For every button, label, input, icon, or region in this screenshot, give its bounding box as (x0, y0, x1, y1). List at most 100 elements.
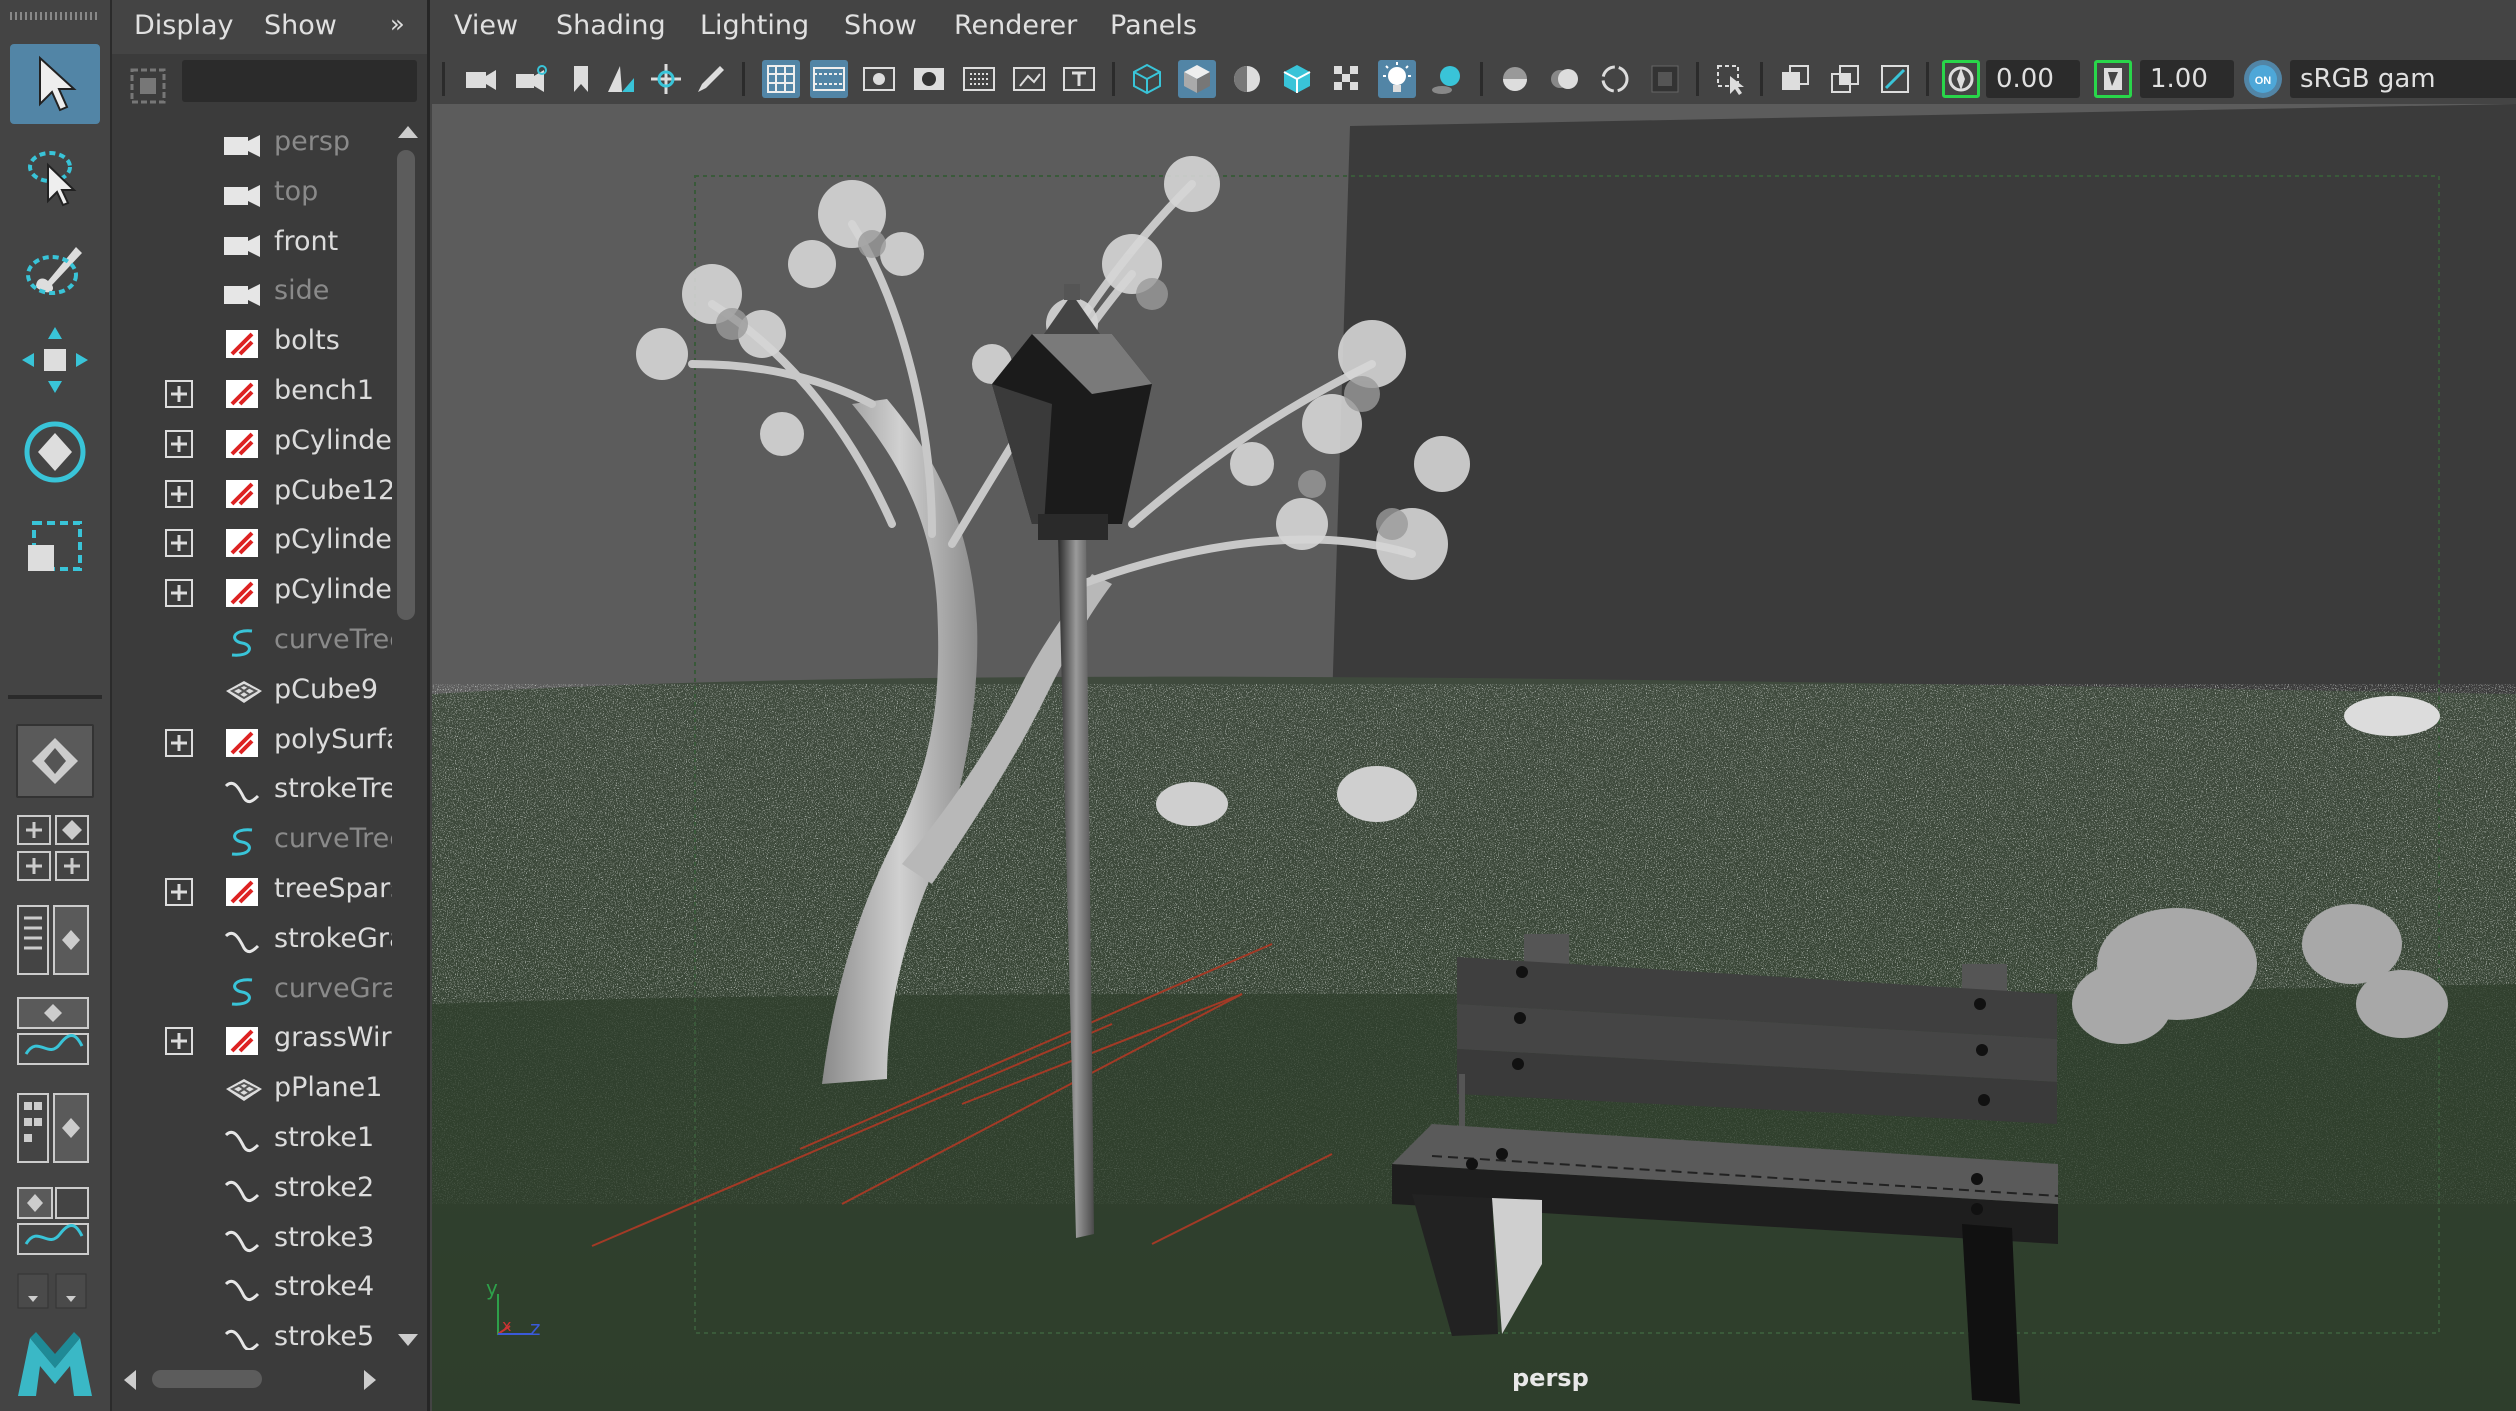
outliner-horizontal-scrollbar[interactable] (112, 1360, 424, 1400)
safe-title-button[interactable] (1060, 60, 1098, 98)
outliner-row[interactable]: curveTree (112, 618, 392, 668)
expand-plus-icon[interactable] (164, 728, 194, 758)
image-plane-button[interactable] (602, 60, 640, 98)
outliner-row[interactable]: pPlane1 (112, 1066, 392, 1116)
expand-plus-icon[interactable] (164, 578, 194, 608)
hypershade-layout-button[interactable] (16, 1090, 92, 1166)
wireframe-button[interactable] (1128, 60, 1166, 98)
scroll-right-icon[interactable] (362, 1368, 378, 1392)
outliner-row[interactable]: bolts (112, 319, 392, 369)
gate-mask-button[interactable] (910, 60, 948, 98)
menu-renderer[interactable]: Renderer (954, 10, 1077, 41)
bookmarks-button[interactable] (562, 60, 600, 98)
outliner-row[interactable]: stroke2 (112, 1166, 392, 1216)
menu-panels[interactable]: Panels (1110, 10, 1197, 41)
view-transform-dropdown[interactable]: sRGB gam (2290, 60, 2516, 98)
persp-graph-layout-button[interactable] (16, 994, 92, 1070)
lasso-tool-button[interactable] (10, 136, 100, 216)
outliner-row[interactable]: pCube12 (112, 469, 392, 519)
3d-viewport[interactable]: y x z persp (432, 104, 2516, 1411)
multi-view-layout-button[interactable] (16, 1184, 92, 1260)
select-camera-button[interactable] (462, 60, 500, 98)
menu-show[interactable]: Show (844, 10, 917, 41)
outliner-hscroll-thumb[interactable] (152, 1370, 262, 1388)
expand-plus-icon[interactable] (164, 379, 194, 409)
menu-view[interactable]: View (454, 10, 518, 41)
anti-aliasing-button[interactable] (1596, 60, 1634, 98)
outliner-persp-layout-button[interactable] (16, 902, 92, 978)
outliner-row[interactable]: pCylinde (112, 568, 392, 618)
use-all-lights-button[interactable] (1378, 60, 1416, 98)
outliner-row[interactable]: pCylinde (112, 419, 392, 469)
rotate-tool-button[interactable] (10, 412, 100, 492)
outliner-row[interactable]: side (112, 269, 392, 319)
expand-plus-icon[interactable] (164, 1026, 194, 1056)
outliner-scroll-thumb[interactable] (397, 150, 415, 620)
2d-pan-zoom-button[interactable] (647, 60, 685, 98)
screen-space-ao-button[interactable] (1496, 60, 1534, 98)
menu-show[interactable]: Show (264, 10, 337, 41)
outliner-row[interactable]: persp (112, 120, 392, 170)
single-perspective-layout-button[interactable] (16, 724, 94, 798)
menu-display[interactable]: Display (134, 10, 234, 41)
select-tool-button[interactable] (10, 44, 100, 124)
outliner-row[interactable]: strokeGra (112, 917, 392, 967)
smooth-shade-button[interactable] (1178, 60, 1216, 98)
default-material-button[interactable] (1228, 60, 1266, 98)
field-chart-button[interactable] (960, 60, 998, 98)
outliner-row[interactable]: stroke3 (112, 1216, 392, 1266)
filter-icon[interactable] (126, 64, 170, 108)
outliner-row[interactable]: pCylinde (112, 518, 392, 568)
gamma-field[interactable]: 1.00 (2140, 60, 2234, 98)
motion-blur-button[interactable] (1546, 60, 1584, 98)
expand-plus-icon[interactable] (164, 479, 194, 509)
outliner-vertical-scrollbar[interactable] (392, 120, 424, 1360)
gamma-toggle-button[interactable] (2094, 60, 2132, 98)
textured-button[interactable] (1328, 60, 1366, 98)
outliner-row[interactable]: pCube9 (112, 668, 392, 718)
four-view-layout-button[interactable] (16, 812, 92, 888)
exposure-toggle-button[interactable] (1942, 60, 1980, 98)
outliner-row[interactable]: grassWir (112, 1016, 392, 1066)
expand-plus-icon[interactable] (164, 429, 194, 459)
outliner-row[interactable]: strokeTre (112, 767, 392, 817)
xray-joints-button[interactable] (1826, 60, 1864, 98)
color-management-toggle-button[interactable]: ON (2244, 60, 2282, 98)
outliner-row[interactable]: stroke5 (112, 1315, 392, 1350)
safe-action-button[interactable] (1010, 60, 1048, 98)
xray-components-button[interactable] (1876, 60, 1914, 98)
grid-toggle-button[interactable] (762, 60, 800, 98)
scroll-up-icon[interactable] (396, 124, 420, 140)
outliner-row[interactable]: stroke1 (112, 1116, 392, 1166)
scale-tool-button[interactable] (10, 504, 100, 584)
wireframe-on-shaded-button[interactable] (1278, 60, 1316, 98)
outliner-row[interactable]: curveGra (112, 967, 392, 1017)
camera-attributes-button[interactable] (512, 60, 550, 98)
menu-shading[interactable]: Shading (556, 10, 666, 41)
film-gate-button[interactable] (810, 60, 848, 98)
layout-shortcuts-button[interactable] (16, 1272, 92, 1312)
exposure-field[interactable]: 0.00 (1986, 60, 2080, 98)
expand-plus-icon[interactable] (164, 528, 194, 558)
outliner-row[interactable]: bench1 (112, 369, 392, 419)
xray-button[interactable] (1776, 60, 1814, 98)
depth-of-field-button[interactable] (1646, 60, 1684, 98)
expand-plus-icon[interactable] (164, 877, 194, 907)
outliner-row[interactable]: front (112, 220, 392, 270)
toolbox-grip[interactable] (10, 12, 100, 20)
grease-pencil-button[interactable] (692, 60, 730, 98)
outliner-row[interactable]: stroke4 (112, 1265, 392, 1315)
outliner-row[interactable]: curveTree (112, 817, 392, 867)
menu-lighting[interactable]: Lighting (700, 10, 809, 41)
menu-overflow[interactable]: » (390, 10, 405, 38)
resolution-gate-button[interactable] (860, 60, 898, 98)
outliner-row[interactable]: polySurfa (112, 718, 392, 768)
shadows-button[interactable] (1428, 60, 1466, 98)
outliner-search-input[interactable] (182, 60, 417, 102)
move-tool-button[interactable] (10, 320, 100, 400)
outliner-row[interactable]: top (112, 170, 392, 220)
scroll-left-icon[interactable] (122, 1368, 138, 1392)
scroll-down-icon[interactable] (396, 1332, 420, 1348)
isolate-select-button[interactable] (1712, 60, 1750, 98)
outliner-row[interactable]: treeSpars (112, 867, 392, 917)
